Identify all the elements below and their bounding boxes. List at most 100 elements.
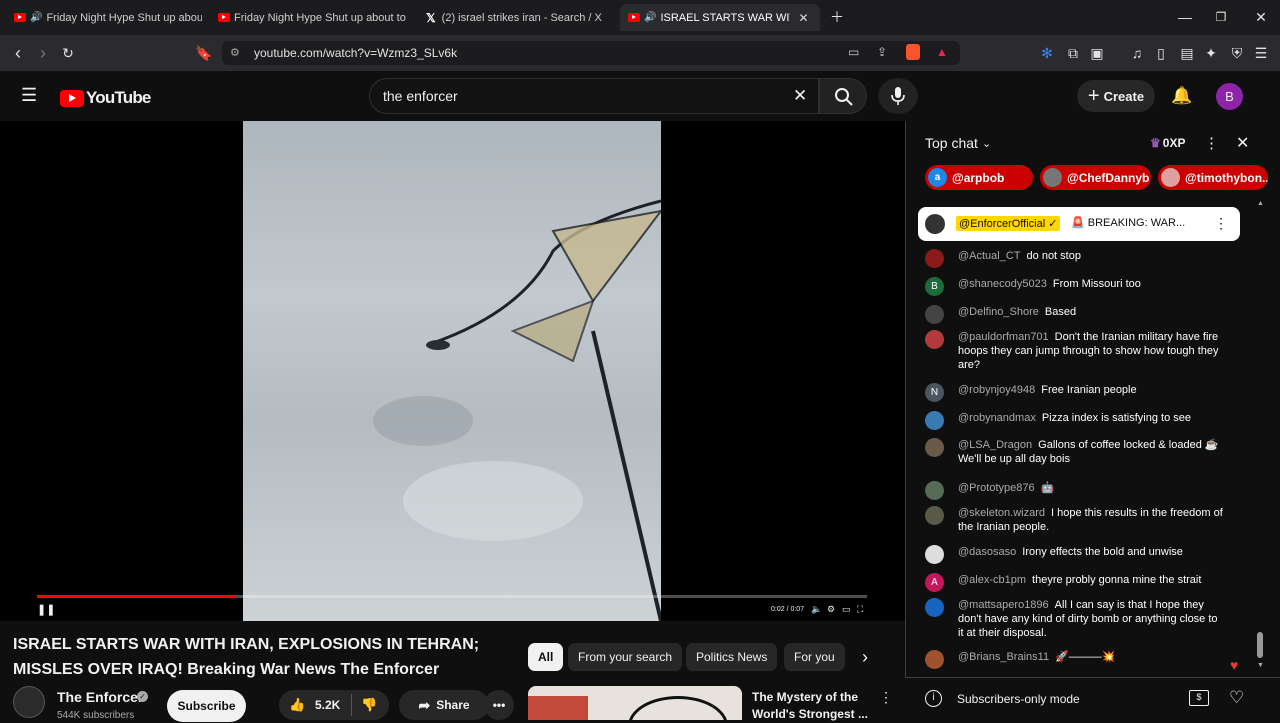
clear-search-icon[interactable]: ✕: [793, 86, 807, 106]
reload-icon[interactable]: ↻: [59, 45, 77, 61]
scroll-thumb[interactable]: [1257, 632, 1263, 658]
chat-avatar[interactable]: [925, 305, 944, 324]
mention-chip[interactable]: @ChefDannyb: [1040, 165, 1151, 190]
more-actions-button[interactable]: •••: [484, 690, 514, 720]
chat-author[interactable]: @Delfino_Shore: [958, 306, 1039, 318]
video-frame[interactable]: [243, 121, 661, 621]
chat-avatar[interactable]: [925, 330, 944, 349]
mention-chip[interactable]: @timothybon...: [1158, 165, 1268, 190]
chat-mode-selector[interactable]: Top chat ⌄: [925, 135, 991, 151]
close-chat-icon[interactable]: ✕: [1236, 133, 1249, 153]
info-icon[interactable]: i: [925, 690, 942, 707]
chat-avatar[interactable]: [925, 438, 944, 457]
chat-scrollbar[interactable]: ▲ ▼: [1256, 200, 1264, 670]
chip-politics-news[interactable]: Politics News: [686, 643, 778, 671]
media-icon[interactable]: ♫: [1128, 45, 1146, 61]
settings-gear-icon[interactable]: ⚙: [827, 604, 835, 615]
scroll-up-icon[interactable]: ▲: [1257, 200, 1264, 207]
chat-avatar[interactable]: [925, 545, 944, 564]
volume-icon[interactable]: 🔈: [811, 604, 822, 615]
browser-tab[interactable]: 🔊 Friday Night Hype Shut up about: [6, 4, 202, 31]
chat-author[interactable]: @Prototype876: [958, 482, 1035, 494]
chip-from-your-search[interactable]: From your search: [568, 643, 683, 671]
vpn-shield-icon[interactable]: ⛨: [1228, 45, 1246, 61]
screenshot-icon[interactable]: ▣: [1088, 45, 1106, 61]
search-button[interactable]: [819, 78, 867, 114]
extensions-icon[interactable]: ⧉: [1064, 45, 1082, 61]
menu-icon[interactable]: ☰: [1252, 45, 1270, 61]
chat-avatar[interactable]: [925, 249, 944, 268]
recommended-menu-icon[interactable]: ⋮: [879, 689, 893, 706]
voice-search-button[interactable]: [878, 78, 918, 114]
create-button[interactable]: + Create: [1077, 80, 1155, 112]
share-page-icon[interactable]: ⇪: [877, 45, 887, 59]
brave-shield-icon[interactable]: [906, 44, 920, 60]
chat-avatar[interactable]: A: [925, 573, 944, 592]
chat-author[interactable]: @LSA_Dragon: [958, 439, 1032, 451]
bookmark-icon[interactable]: 🔖: [195, 45, 213, 61]
mention-chip[interactable]: a @arpbob: [925, 165, 1033, 190]
miniplayer-icon[interactable]: ▭: [842, 604, 851, 615]
site-info-icon[interactable]: ⚙: [230, 46, 240, 59]
minimize-icon[interactable]: —: [1176, 9, 1194, 25]
chat-avatar[interactable]: N: [925, 383, 944, 402]
vpn-icon[interactable]: ✻: [1038, 45, 1056, 61]
search-box[interactable]: the enforcer ✕: [369, 78, 819, 114]
channel-avatar[interactable]: [13, 686, 45, 718]
chat-author[interactable]: @mattsapero1896: [958, 599, 1049, 611]
subscribe-button[interactable]: Subscribe: [167, 690, 246, 722]
chat-avatar[interactable]: [925, 506, 944, 525]
chat-avatar[interactable]: [925, 598, 944, 617]
pinned-more-icon[interactable]: ⋮: [1214, 215, 1228, 232]
chat-author[interactable]: @pauldorfman701: [958, 331, 1049, 343]
chat-author[interactable]: @alex-cb1pm: [958, 574, 1026, 586]
chip-all[interactable]: All: [528, 643, 564, 671]
recommended-thumbnail[interactable]: [528, 686, 742, 720]
hamburger-menu-icon[interactable]: ☰: [21, 86, 37, 104]
super-chat-icon[interactable]: $: [1189, 690, 1209, 706]
brave-rewards-icon[interactable]: ▲: [936, 45, 948, 59]
pinned-message[interactable]: @EnforcerOfficial ✓ 🚨 BREAKING: WAR... ⋮: [918, 207, 1240, 241]
chat-author[interactable]: @Brians_Brains11: [958, 651, 1049, 663]
chat-author[interactable]: @robynandmax: [958, 412, 1036, 424]
window-close-icon[interactable]: ✕: [1252, 9, 1270, 25]
wallet-icon[interactable]: ▤: [1178, 45, 1196, 61]
notifications-bell-icon[interactable]: 🔔: [1171, 86, 1192, 106]
browser-tab[interactable]: Friday Night Hype Shut up about toe: [210, 4, 406, 31]
browser-tab-active[interactable]: 🔊 ISRAEL STARTS WAR WITH IRA ✕: [620, 4, 820, 31]
like-icon[interactable]: 👍: [289, 697, 305, 713]
account-avatar[interactable]: B: [1216, 83, 1243, 110]
address-bar[interactable]: ⚙ youtube.com/watch?v=Wzmz3_SLv6k ▭ ⇪ ▲: [222, 41, 960, 65]
chat-author[interactable]: @shanecody5023: [958, 278, 1047, 290]
back-icon[interactable]: ‹: [9, 44, 27, 62]
chat-avatar[interactable]: [925, 481, 944, 500]
new-tab-icon[interactable]: ＋: [828, 9, 846, 25]
chat-author[interactable]: @Actual_CT: [958, 250, 1021, 262]
xp-badge[interactable]: ♛ 0XP: [1150, 136, 1185, 150]
fullscreen-icon[interactable]: ⛶: [857, 604, 863, 615]
chip-for-you[interactable]: For you: [784, 643, 845, 671]
restore-icon[interactable]: ❐: [1212, 9, 1230, 25]
recommended-title[interactable]: The Mystery of the World's Strongest ...: [752, 689, 868, 723]
leo-ai-icon[interactable]: ✦: [1202, 45, 1220, 61]
cast-icon[interactable]: ▭: [848, 45, 859, 59]
channel-name[interactable]: The Enforcer: [57, 689, 143, 705]
share-button[interactable]: ➦ Share: [399, 690, 489, 720]
heart-icon[interactable]: ♡: [1229, 688, 1244, 708]
chat-author[interactable]: @skeleton.wizard: [958, 507, 1045, 519]
like-count[interactable]: 5.2K: [315, 698, 340, 712]
forward-icon[interactable]: ›: [34, 44, 52, 62]
youtube-logo[interactable]: YouTube: [60, 88, 151, 108]
scroll-down-icon[interactable]: ▼: [1257, 662, 1264, 669]
sidebar-icon[interactable]: ▯: [1152, 45, 1170, 61]
search-input[interactable]: the enforcer: [383, 88, 458, 104]
pause-icon[interactable]: ❚❚: [37, 603, 55, 616]
chips-next-icon[interactable]: ›: [862, 647, 868, 668]
browser-tab[interactable]: 𝕏 (2) israel strikes iran - Search / X: [418, 4, 614, 31]
chat-author[interactable]: @robynjoy4948: [958, 384, 1035, 396]
chat-avatar[interactable]: [925, 411, 944, 430]
close-tab-icon[interactable]: ✕: [798, 11, 808, 25]
chat-avatar[interactable]: B: [925, 277, 944, 296]
dislike-icon[interactable]: 👎: [361, 697, 377, 713]
chat-more-icon[interactable]: ⋮: [1204, 134, 1219, 152]
